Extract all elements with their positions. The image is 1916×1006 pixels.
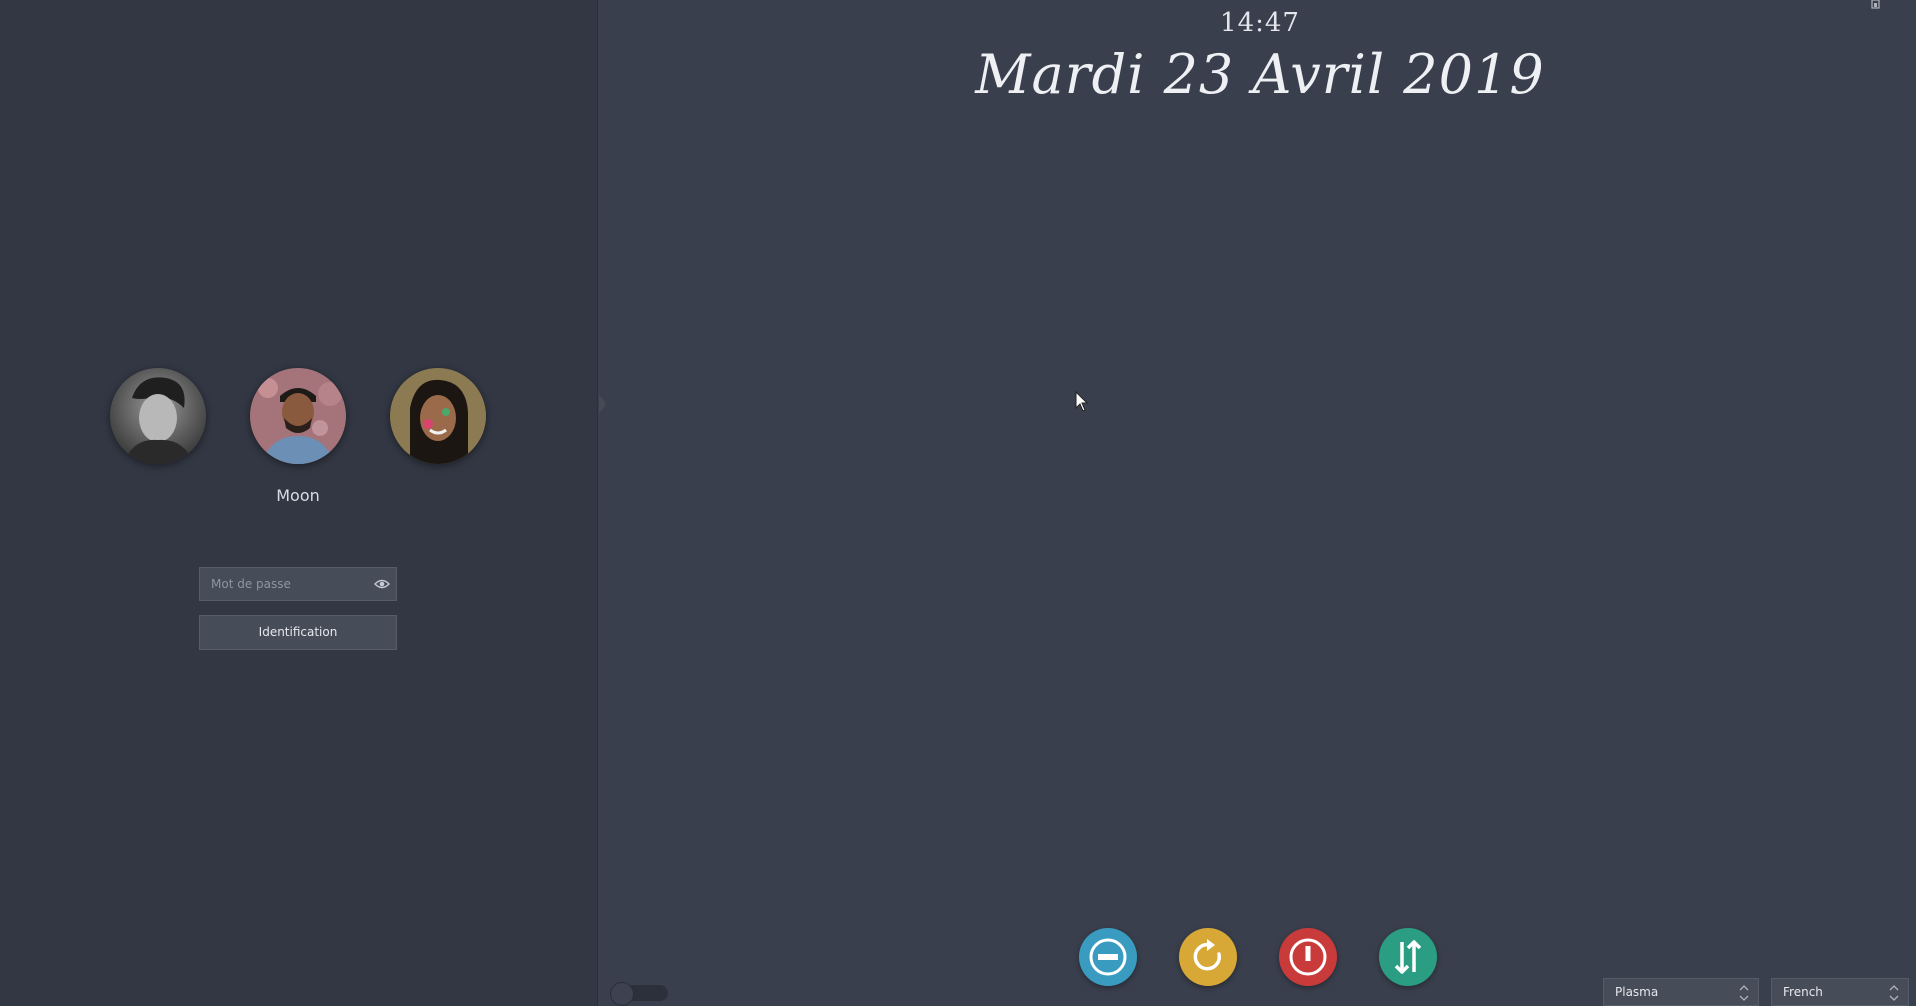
selected-user-name: Moon bbox=[276, 486, 320, 505]
reboot-button[interactable] bbox=[1179, 928, 1237, 986]
session-select-value: Plasma bbox=[1615, 985, 1659, 999]
swap-vertical-icon bbox=[1379, 928, 1437, 986]
eye-icon[interactable] bbox=[374, 577, 390, 591]
password-input[interactable] bbox=[200, 568, 371, 600]
shutdown-button[interactable] bbox=[1279, 928, 1337, 986]
login-panel: Moon Identification bbox=[0, 0, 598, 1006]
minus-circle-icon bbox=[1079, 928, 1137, 986]
language-select[interactable]: French bbox=[1771, 978, 1909, 1006]
virtual-keyboard-toggle[interactable] bbox=[610, 982, 668, 1006]
user-avatar-2[interactable] bbox=[250, 368, 346, 464]
clock-date: Mardi 23 Avril 2019 bbox=[975, 43, 1545, 106]
refresh-icon bbox=[1179, 928, 1237, 986]
user-avatar-3[interactable] bbox=[390, 368, 486, 464]
power-icon bbox=[1279, 928, 1337, 986]
password-field[interactable] bbox=[199, 567, 397, 601]
mouse-cursor-icon bbox=[1075, 391, 1089, 412]
toggle-knob bbox=[610, 982, 634, 1006]
user-photo-1 bbox=[110, 368, 206, 464]
suspend-button[interactable] bbox=[1079, 928, 1137, 986]
login-button[interactable]: Identification bbox=[199, 615, 397, 650]
clock-time: 14:47 bbox=[1220, 8, 1300, 38]
user-avatar-1[interactable] bbox=[110, 368, 206, 464]
updown-arrows-icon bbox=[1889, 985, 1899, 1001]
user-photo-2 bbox=[250, 368, 346, 464]
language-select-value: French bbox=[1783, 985, 1823, 999]
panel-collapse-handle[interactable] bbox=[598, 392, 608, 416]
session-select[interactable]: Plasma bbox=[1603, 978, 1759, 1006]
switch-user-button[interactable] bbox=[1379, 928, 1437, 986]
user-photo-3 bbox=[390, 368, 486, 464]
battery-indicator bbox=[1871, 0, 1880, 9]
updown-arrows-icon bbox=[1739, 985, 1749, 1001]
